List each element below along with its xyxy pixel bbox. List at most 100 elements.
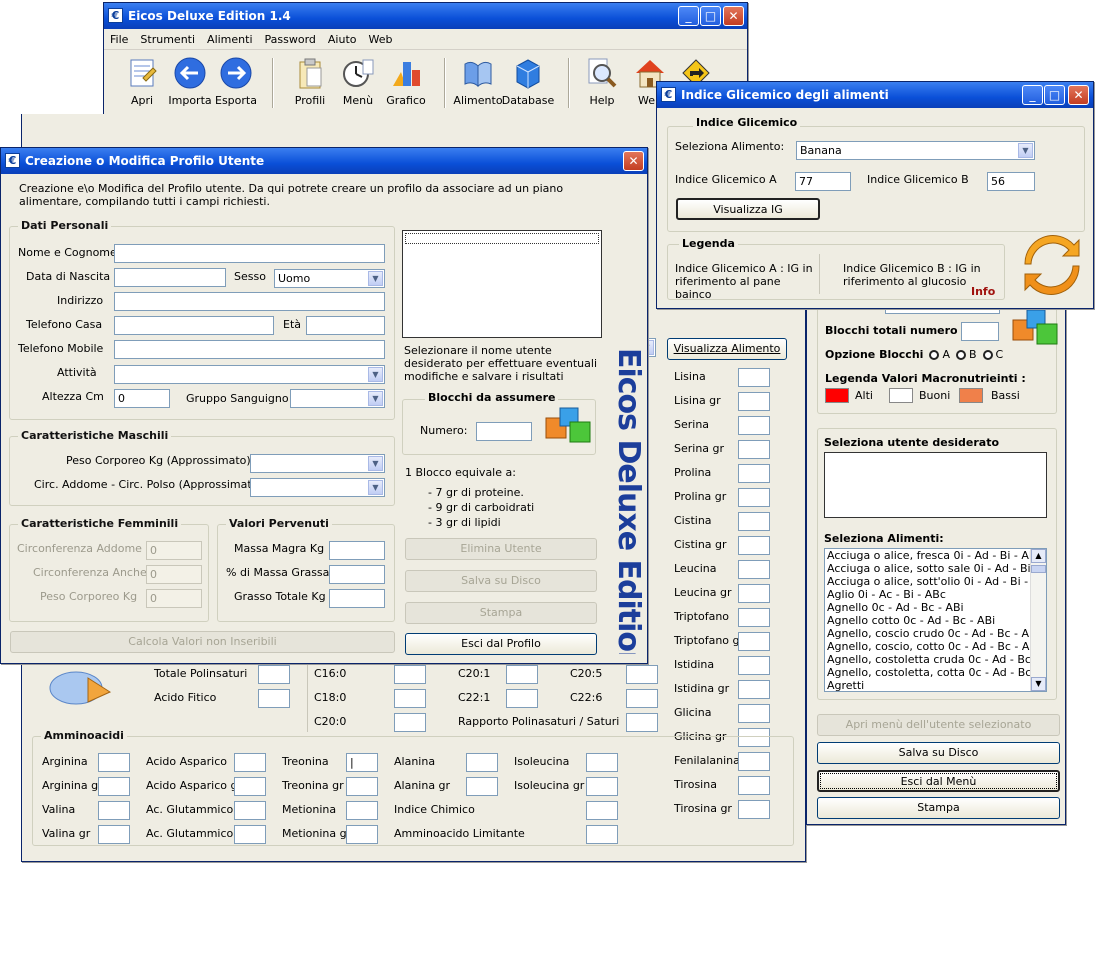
option-c-radio[interactable] — [982, 350, 993, 360]
c22-1-field[interactable] — [506, 689, 538, 708]
c20-0-field[interactable] — [394, 713, 426, 732]
alimenti-scrollbar[interactable]: ▲ ▼ — [1030, 549, 1046, 691]
option-a-radio[interactable] — [929, 350, 940, 360]
option-b-radio[interactable] — [955, 350, 966, 360]
totale-polinsaturi-field[interactable] — [258, 665, 290, 684]
food-list-item[interactable]: Aglio 0i - Ac - Bi - ABc — [825, 588, 1030, 601]
treonina-field[interactable]: | — [346, 753, 378, 772]
visualizza-ig-button[interactable]: Visualizza IG — [676, 198, 820, 220]
alanina-gr-field[interactable] — [466, 777, 498, 796]
ig-a-field[interactable]: 77 — [795, 172, 851, 191]
amino-right-field[interactable] — [738, 512, 770, 531]
attivita-select[interactable]: ▼ — [114, 365, 385, 384]
indirizzo-field[interactable] — [114, 292, 385, 311]
food-list-item[interactable]: Agnello, costoletta, cotta 0c - Ad - Bc … — [825, 666, 1046, 679]
circ-addome-field[interactable]: 0 — [146, 541, 202, 560]
food-list-item[interactable]: Agnello cotto 0c - Ad - Bc - ABi — [825, 614, 1030, 627]
profilo-close-button[interactable]: ✕ — [623, 151, 644, 171]
amino-right-field[interactable] — [738, 440, 770, 459]
amino-right-field[interactable] — [738, 392, 770, 411]
treonina-gr-field[interactable] — [346, 777, 378, 796]
c16-field[interactable] — [394, 665, 426, 684]
ig-b-field[interactable]: 56 — [987, 172, 1035, 191]
esci-profilo-button[interactable]: Esci dal Profilo — [405, 633, 597, 655]
food-list-item[interactable]: Agnello, coscio, cotto 0c - Ad - Bc - AB… — [825, 640, 1040, 653]
apri-menu-button[interactable]: Apri menù dell'utente selezionato — [817, 714, 1060, 736]
altezza-field[interactable]: 0 — [114, 389, 170, 408]
amino-right-field[interactable] — [738, 464, 770, 483]
acido-aspartico-field[interactable] — [234, 753, 266, 772]
visualizza-alimento-button[interactable]: Visualizza Alimento — [667, 338, 787, 360]
circ-anche-field[interactable]: 0 — [146, 565, 202, 584]
ac-glutammico-gr-field[interactable] — [234, 801, 266, 820]
amino-right-field[interactable] — [738, 368, 770, 387]
isoleucina-field[interactable] — [586, 753, 618, 772]
food-list-item[interactable]: Agretti — [825, 679, 1030, 691]
c22-6-field[interactable] — [626, 689, 658, 708]
data-nascita-field[interactable] — [114, 268, 226, 287]
amino-right-field[interactable] — [738, 560, 770, 579]
stampa-button[interactable]: Stampa — [817, 797, 1060, 819]
massa-grassa-field[interactable] — [329, 565, 385, 584]
menu-web[interactable]: Web — [363, 30, 399, 46]
acido-fitico-field[interactable] — [258, 689, 290, 708]
metionina-gr-field[interactable] — [346, 825, 378, 844]
refresh-icon[interactable] — [1021, 234, 1083, 296]
stampa-button[interactable]: Stampa — [405, 602, 597, 624]
circ-select[interactable]: ▼ — [250, 478, 385, 497]
indice-chimico-field[interactable] — [586, 801, 618, 820]
numero-field[interactable] — [476, 422, 532, 441]
amino-right-field[interactable] — [738, 608, 770, 627]
amino-right-field[interactable] — [738, 704, 770, 723]
ig-close-button[interactable]: ✕ — [1068, 85, 1089, 105]
menu-alimenti[interactable]: Alimenti — [201, 30, 258, 46]
peso-m-select[interactable]: ▼ — [250, 454, 385, 473]
database-button[interactable]: Database — [498, 56, 558, 107]
c20-1-field[interactable] — [506, 665, 538, 684]
massa-magra-field[interactable] — [329, 541, 385, 560]
food-list-item[interactable]: Agnello, coscio crudo 0c - Ad - Bc - ABi — [825, 627, 1040, 640]
scroll-down-icon[interactable]: ▼ — [1031, 677, 1046, 691]
acido-aspartico-gr-field[interactable] — [234, 777, 266, 796]
valina-field[interactable] — [98, 801, 130, 820]
food-list-item[interactable]: Acciuga o alice, sotto sale 0i - Ad - Bi… — [825, 562, 1046, 575]
metionina-field[interactable] — [346, 801, 378, 820]
ac-glutammico-field[interactable] — [234, 825, 266, 844]
menu-strumenti[interactable]: Strumenti — [134, 30, 201, 46]
amino-right-field[interactable] — [738, 536, 770, 555]
ig-maximize-button[interactable]: □ — [1044, 85, 1065, 105]
utenti-list[interactable] — [824, 452, 1047, 518]
c20-5-field[interactable] — [626, 665, 658, 684]
amino-right-field[interactable] — [738, 584, 770, 603]
ig-minimize-button[interactable]: _ — [1022, 85, 1043, 105]
salva-disco-button[interactable]: Salva su Disco — [405, 570, 597, 592]
alimento-select[interactable]: Banana ▼ — [796, 141, 1035, 160]
amino-right-field[interactable] — [738, 488, 770, 507]
food-list-item[interactable]: Acciuga o alice, fresca 0i - Ad - Bi - A… — [825, 549, 1040, 562]
amino-limitante-field[interactable] — [586, 825, 618, 844]
food-list-item[interactable]: Acciuga o alice, sott'olio 0i - Ad - Bi … — [825, 575, 1046, 588]
close-button[interactable]: ✕ — [723, 6, 744, 26]
menu-aiuto[interactable]: Aiuto — [322, 30, 363, 46]
profili-list[interactable] — [402, 230, 602, 338]
c18-field[interactable] — [394, 689, 426, 708]
amino-right-field[interactable] — [738, 656, 770, 675]
maximize-button[interactable]: □ — [700, 6, 721, 26]
esporta-button[interactable]: Esporta — [206, 56, 266, 107]
minimize-button[interactable]: _ — [678, 6, 699, 26]
sesso-select[interactable]: Uomo ▼ — [274, 269, 385, 288]
calcola-button[interactable]: Calcola Valori non Inseribili — [10, 631, 395, 653]
amino-right-field[interactable] — [738, 416, 770, 435]
food-list-item[interactable]: Agnello, costoletta cruda 0c - Ad - Bc -… — [825, 653, 1046, 666]
esci-menu-button[interactable]: Esci dal Menù — [817, 770, 1060, 792]
salva-disco-button[interactable]: Salva su Disco — [817, 742, 1060, 764]
grafico-button[interactable]: Grafico — [376, 56, 436, 107]
grasso-totale-field[interactable] — [329, 589, 385, 608]
amino-right-field[interactable] — [738, 680, 770, 699]
alimenti-list[interactable]: Acciuga o alice, fresca 0i - Ad - Bi - A… — [824, 548, 1047, 692]
info-link[interactable]: Info — [971, 285, 995, 298]
scroll-thumb[interactable] — [1031, 565, 1046, 573]
blocchi-totali-field[interactable] — [961, 322, 999, 341]
nome-field[interactable] — [114, 244, 385, 263]
amino-right-field[interactable] — [738, 632, 770, 651]
